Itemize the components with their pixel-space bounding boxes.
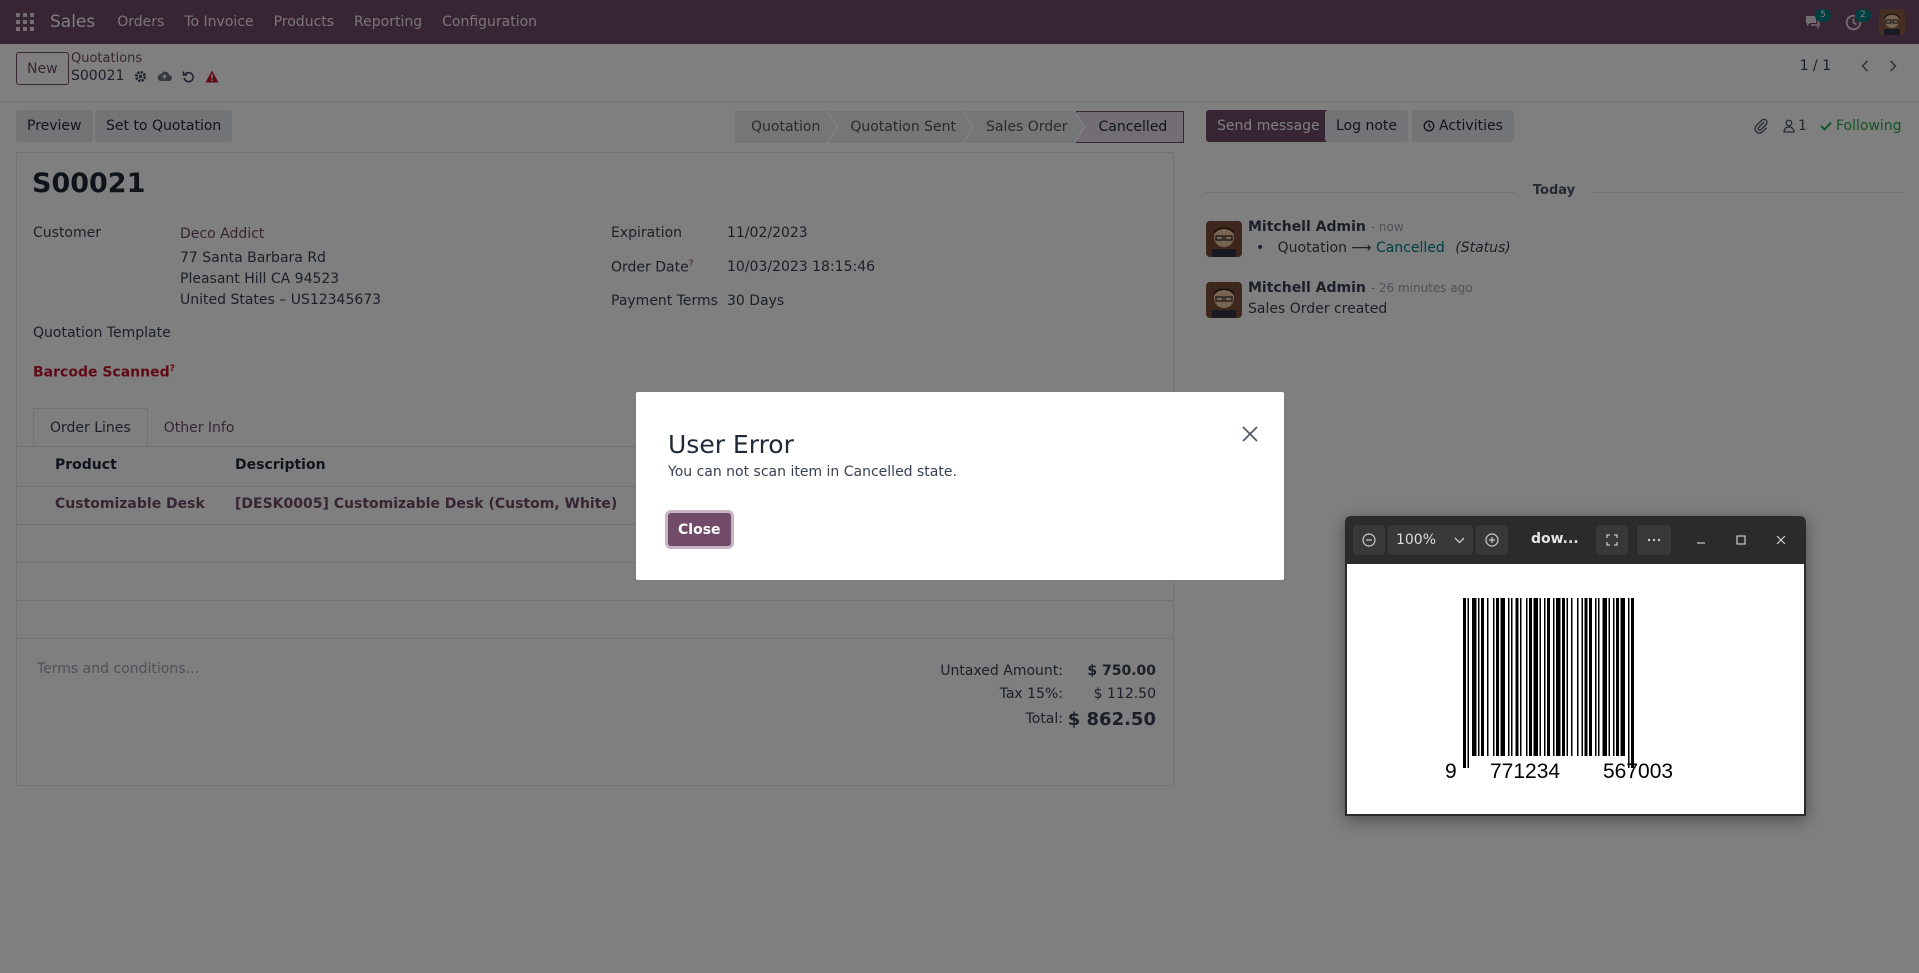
barcode-bar <box>1496 598 1499 756</box>
barcode-bar <box>1544 598 1546 756</box>
barcode-bar <box>1508 598 1510 756</box>
chevron-down-icon <box>1454 537 1465 544</box>
barcode-bar <box>1595 598 1597 756</box>
barcode-bar <box>1577 598 1579 756</box>
barcode-bar <box>1608 598 1610 756</box>
barcode-bar <box>1547 598 1550 756</box>
maximize-icon[interactable] <box>1732 531 1750 549</box>
error-dialog: User Error You can not scan item in Canc… <box>636 392 1284 580</box>
dialog-message: You can not scan item in Cancelled state… <box>668 464 957 480</box>
barcode-bar <box>1620 598 1625 756</box>
barcode-bar <box>1566 598 1568 756</box>
dialog-title: User Error <box>668 430 794 459</box>
barcode-bar <box>1515 598 1519 756</box>
barcode-bars <box>1463 598 1634 768</box>
barcode-bar <box>1589 598 1592 756</box>
barcode-bar <box>1598 598 1600 756</box>
barcode-digits-left: 771234 <box>1490 760 1561 783</box>
zoom-in-icon[interactable] <box>1476 525 1508 555</box>
close-button[interactable]: Close <box>668 513 731 546</box>
barcode-bar <box>1602 598 1607 756</box>
fullscreen-icon[interactable] <box>1596 525 1628 555</box>
barcode-bar <box>1526 598 1528 756</box>
barcode-bar <box>1562 598 1565 756</box>
barcode-bar <box>1463 598 1466 768</box>
barcode-bar <box>1511 598 1513 756</box>
barcode-digit-prefix: 9 <box>1445 760 1457 783</box>
barcode-bar <box>1628 598 1630 768</box>
barcode-bar <box>1584 598 1588 756</box>
barcode-bar <box>1520 598 1522 756</box>
viewer-toolbar: 100% dow... <box>1345 516 1806 564</box>
barcode-bar <box>1481 598 1484 756</box>
barcode-bar <box>1500 598 1505 756</box>
barcode-digits-right: 567003 <box>1603 760 1674 783</box>
barcode-bar <box>1529 598 1532 756</box>
image-viewer-window: 100% dow... 9 771234 567003 <box>1345 516 1806 816</box>
zoom-out-icon[interactable] <box>1353 525 1385 555</box>
barcode-bar <box>1556 598 1561 756</box>
barcode-bar <box>1571 598 1573 756</box>
barcode-bar <box>1533 598 1538 756</box>
barcode-bar <box>1493 598 1495 756</box>
barcode-bar <box>1553 598 1555 756</box>
barcode-bar <box>1631 598 1634 768</box>
barcode-bar <box>1472 598 1477 756</box>
zoom-dropdown[interactable]: 100% <box>1388 525 1473 555</box>
minimize-icon[interactable] <box>1692 531 1710 549</box>
more-options-icon[interactable] <box>1637 525 1671 555</box>
close-icon[interactable] <box>1238 422 1262 446</box>
barcode-bar <box>1539 598 1541 756</box>
barcode-image: 9 771234 567003 <box>1347 564 1804 814</box>
window-close-icon[interactable] <box>1772 531 1790 549</box>
zoom-level: 100% <box>1395 532 1437 548</box>
barcode-bar <box>1581 598 1583 756</box>
barcode-bar <box>1467 598 1469 768</box>
barcode-bar <box>1478 598 1480 756</box>
barcode-bar <box>1487 598 1489 756</box>
viewer-title: dow... <box>1531 531 1579 547</box>
barcode-bar <box>1613 598 1615 756</box>
barcode-bar <box>1616 598 1619 756</box>
